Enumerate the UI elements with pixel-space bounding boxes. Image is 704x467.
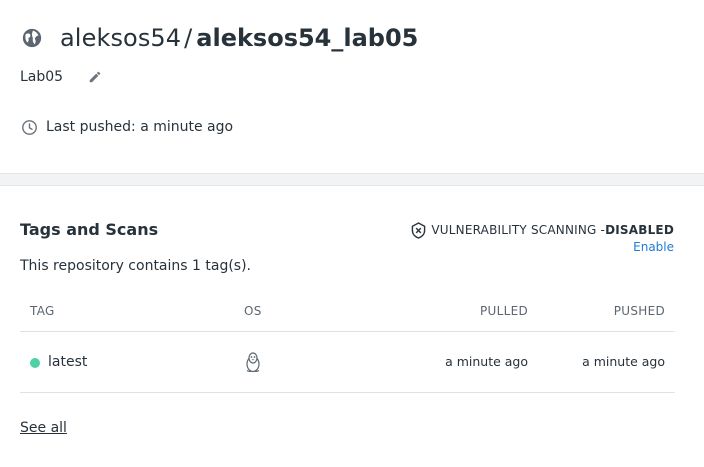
section-title: Tags and Scans [20,220,159,239]
repo-name: aleksos54_lab05 [196,24,419,52]
column-header-pushed: PUSHED [613,304,665,318]
globe-icon [20,26,44,50]
repo-namespace[interactable]: aleksos54 [60,24,181,52]
tag-name-link[interactable]: latest [48,354,87,370]
clock-icon [20,118,38,136]
last-pushed-row: Last pushed: a minute ago [20,116,233,138]
shield-icon [410,221,426,239]
repo-description: Lab05 [20,69,64,85]
pushed-time: a minute ago [582,354,665,369]
linux-icon [244,351,262,373]
tag-count-text: This repository contains 1 tag(s). [20,258,251,274]
description-row: Lab05 [20,66,103,88]
table-header: TAG OS PULLED PUSHED [20,296,675,332]
column-header-pulled: PULLED [479,304,528,318]
vulnerability-status: DISABLED [605,223,674,237]
enable-scanning-link[interactable]: Enable [633,240,674,254]
table-row: latest a minute ago a minute ago [20,332,675,393]
column-header-os: OS [244,304,262,318]
tag-status-dot [30,358,40,368]
vulnerability-label: VULNERABILITY SCANNING - [431,223,606,237]
last-pushed-text: Last pushed: a minute ago [46,119,234,135]
vulnerability-scanning-status: VULNERABILITY SCANNING - DISABLED [410,221,674,239]
tags-and-scans-section: Tags and Scans VULNERABILITY SCANNING - … [0,186,704,467]
tags-table: TAG OS PULLED PUSHED latest a minute ago… [20,296,675,393]
repo-title: aleksos54 / aleksos54_lab05 [20,20,418,56]
pencil-icon[interactable] [87,69,103,85]
see-all-link[interactable]: See all [20,420,67,436]
pulled-time: a minute ago [445,354,528,369]
section-divider [0,173,704,186]
title-separator: / [184,24,193,52]
column-header-tag: TAG [30,304,55,318]
repo-header: aleksos54 / aleksos54_lab05 Lab05 Last p… [0,0,704,173]
